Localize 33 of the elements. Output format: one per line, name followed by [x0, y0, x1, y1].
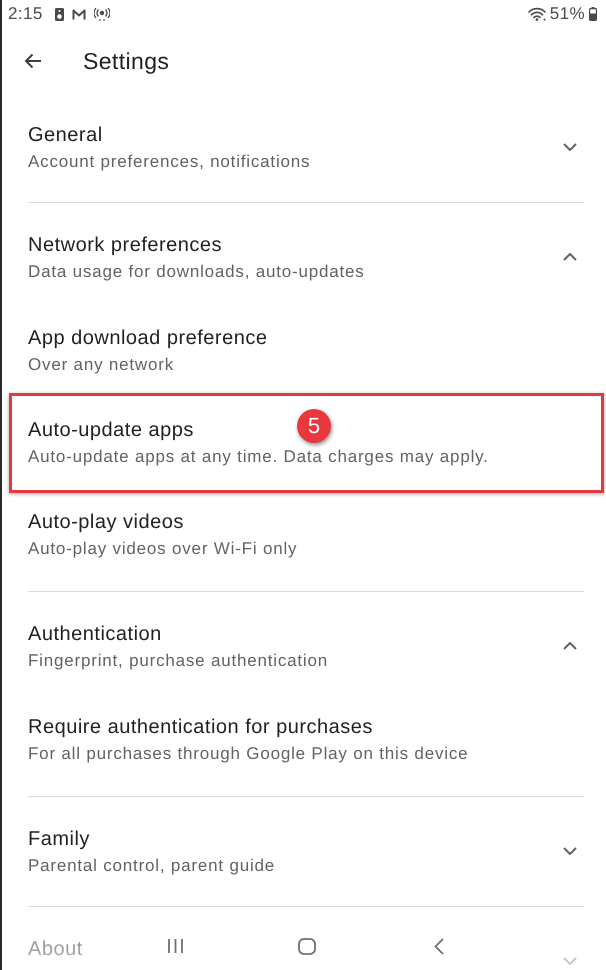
battery-icon	[589, 7, 597, 21]
page-title: Settings	[83, 46, 170, 74]
section-title[interactable]: Authentication	[28, 620, 162, 648]
home-icon[interactable]	[298, 938, 316, 954]
setting-title[interactable]: Require authentication for purchases	[28, 713, 373, 741]
section-summary: Parental control, parent guide	[28, 855, 276, 877]
wifi-icon	[528, 7, 546, 21]
setting-summary: Auto-play videos over Wi-Fi only	[28, 538, 298, 560]
chevron-up-icon[interactable]	[563, 642, 577, 650]
section-title[interactable]: Family	[28, 825, 90, 853]
section-title[interactable]: General	[28, 121, 103, 149]
back-icon[interactable]	[24, 52, 42, 68]
step-number-badge: 5	[297, 409, 331, 443]
section-summary: Account preferences, notifications	[28, 151, 310, 173]
section-summary: Fingerprint, purchase authentication	[28, 650, 328, 672]
setting-summary: Auto-update apps at any time. Data charges may apply.	[28, 446, 489, 468]
status-time: 2:15	[8, 4, 43, 24]
battery-percentage: 51%	[550, 4, 585, 24]
mail-icon	[72, 8, 86, 20]
chevron-down-icon[interactable]	[563, 847, 577, 855]
broadcast-icon	[94, 7, 110, 21]
setting-title[interactable]: App download preference	[28, 324, 268, 352]
setting-title[interactable]: Auto-update apps	[28, 416, 194, 444]
chevron-up-icon[interactable]	[563, 253, 577, 261]
section-summary: Data usage for downloads, auto-updates	[28, 261, 365, 283]
recent-apps-icon[interactable]	[166, 938, 184, 954]
speaker-icon	[54, 8, 64, 20]
chevron-down-icon[interactable]	[563, 143, 577, 151]
section-title[interactable]: Network preferences	[28, 231, 222, 259]
setting-summary: Over any network	[28, 354, 174, 376]
setting-summary: For all purchases through Google Play on this device	[28, 743, 468, 765]
back-icon[interactable]	[434, 938, 444, 954]
setting-title[interactable]: Auto-play videos	[28, 508, 184, 536]
